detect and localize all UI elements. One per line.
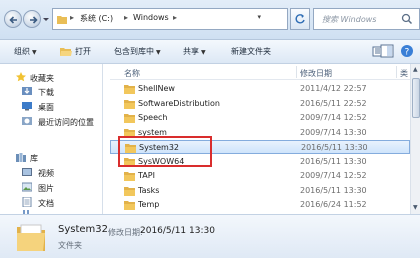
file-name: Tasks [138, 185, 160, 195]
address-history-chevron-icon[interactable]: ▾ [257, 13, 261, 21]
back-arrow-icon [9, 16, 17, 24]
file-date-modified: 2016/5/11 13:30 [300, 156, 367, 166]
file-date-modified: 2016/5/11 13:30 [300, 185, 367, 195]
breadcrumb-windows[interactable]: Windows [133, 13, 169, 22]
file-name: ShellNew [138, 84, 175, 93]
chevron-down-icon: ▼ [156, 49, 161, 56]
nav-recent-places[interactable]: 最近访问的位置 [38, 117, 94, 128]
file-name: Temp [138, 200, 160, 209]
organize-label: 组织 [14, 47, 30, 56]
folder-icon [57, 16, 67, 24]
column-name[interactable]: 名称 [124, 68, 140, 79]
recent-places-icon [22, 117, 32, 125]
column-header: 名称 修改日期 类 [110, 64, 410, 80]
forward-arrow-icon [30, 16, 38, 24]
file-date-modified: 2009/7/14 13:30 [300, 127, 367, 137]
folder-icon [124, 99, 135, 109]
file-date-modified: 2011/4/12 22:57 [300, 84, 367, 93]
downloads-icon [22, 87, 32, 95]
chevron-down-icon: ▼ [201, 49, 206, 56]
file-date-modified: 2016/5/11 22:52 [300, 98, 367, 108]
file-row[interactable]: ShellNew 2011/4/12 22:57 [110, 82, 410, 96]
nav-videos[interactable]: 视频 [38, 168, 54, 179]
share-label: 共享 [183, 47, 199, 56]
column-type[interactable]: 类 [400, 68, 408, 79]
scroll-up-icon[interactable]: ▲ [413, 66, 418, 73]
file-date-modified: 2016/5/11 13:30 [301, 143, 368, 152]
nav-desktop[interactable]: 桌面 [38, 102, 54, 113]
documents-icon [22, 197, 32, 207]
file-date-modified: 2009/7/14 12:52 [300, 113, 367, 122]
navigation-pane: 收藏夹 下载 桌面 最近访问的位置 库 视频 图片 文档 [0, 64, 103, 214]
file-name: TAPI [138, 171, 155, 180]
star-icon [16, 72, 26, 82]
recent-pages-chevron-icon[interactable] [43, 17, 49, 23]
column-divider[interactable] [396, 66, 397, 78]
nav-pictures[interactable]: 图片 [38, 183, 54, 194]
search-icon [401, 13, 413, 25]
file-name: SoftwareDistribution [138, 98, 220, 108]
libraries-icon [16, 153, 26, 162]
scrollbar-thumb[interactable] [412, 78, 420, 118]
address-bar-area: ▸ 系统 (C:) ▸ Windows ▸ ▾ 搜索 Windows [0, 0, 420, 40]
include-in-library-label: 包含到库中 [114, 47, 154, 56]
svg-text:?: ? [405, 48, 410, 58]
chevron-down-icon: ▼ [32, 49, 37, 56]
search-placeholder: 搜索 Windows [322, 15, 377, 24]
videos-icon [22, 168, 32, 176]
file-name: Speech [138, 113, 168, 122]
folder-icon [124, 201, 135, 210]
open-button[interactable]: 打开 [75, 46, 91, 57]
back-button[interactable] [4, 10, 22, 28]
command-bar: 组织 ▼ 打开 包含到库中 ▼ 共享 ▼ 新建文件夹 ? [0, 40, 420, 64]
selected-item-type: 文件夹 [58, 241, 82, 250]
breadcrumb-separator-icon[interactable]: ▸ [124, 13, 128, 22]
vertical-scrollbar[interactable]: ▲ ▼ [410, 64, 420, 214]
folder-icon [124, 186, 135, 196]
help-icon[interactable]: ? [400, 44, 414, 58]
file-row[interactable]: Speech 2009/7/14 12:52 [110, 111, 410, 125]
nav-downloads[interactable]: 下载 [38, 87, 54, 98]
desktop-icon [22, 102, 32, 111]
file-row[interactable]: Temp 2016/6/24 11:52 [110, 198, 410, 212]
breadcrumb-separator-icon[interactable]: ▸ [70, 13, 74, 22]
nav-libraries[interactable]: 库 [30, 153, 38, 164]
file-date-modified: 2016/6/24 11:52 [300, 200, 367, 209]
share-menu[interactable]: 共享 ▼ [183, 46, 206, 57]
breadcrumb-separator-icon[interactable]: ▸ [173, 13, 177, 22]
forward-button[interactable] [23, 10, 41, 28]
refresh-icon [295, 14, 305, 24]
large-folder-icon [17, 224, 45, 251]
modified-date-value: 2016/5/11 13:30 [140, 226, 215, 236]
organize-menu[interactable]: 组织 ▼ [14, 46, 37, 57]
column-date-modified[interactable]: 修改日期 [300, 68, 332, 79]
new-folder-button[interactable]: 新建文件夹 [231, 46, 271, 57]
modified-date-label: 修改日期: [108, 228, 143, 237]
file-row[interactable]: TAPI 2009/7/14 12:52 [110, 169, 410, 183]
preview-pane-icon[interactable] [380, 44, 394, 58]
breadcrumb-drive[interactable]: 系统 (C:) [80, 13, 113, 24]
pictures-icon [22, 182, 32, 192]
folder-icon [124, 114, 135, 123]
selected-item-name: System32 [58, 224, 109, 235]
file-row[interactable]: SoftwareDistribution 2016/5/11 22:52 [110, 97, 410, 111]
column-divider[interactable] [296, 66, 297, 78]
refresh-button[interactable] [290, 8, 310, 30]
file-date-modified: 2009/7/14 12:52 [300, 171, 367, 180]
nav-favorites[interactable]: 收藏夹 [30, 73, 54, 84]
address-box[interactable]: ▸ 系统 (C:) ▸ Windows ▸ ▾ [52, 8, 288, 30]
folder-icon [124, 85, 135, 94]
search-input[interactable]: 搜索 Windows [313, 8, 420, 30]
open-folder-icon [60, 48, 72, 56]
nav-documents[interactable]: 文档 [38, 198, 54, 209]
include-in-library-menu[interactable]: 包含到库中 ▼ [114, 46, 161, 57]
details-pane: System32 修改日期: 2016/5/11 13:30 文件夹 [0, 214, 420, 258]
scroll-down-icon[interactable]: ▼ [413, 204, 418, 211]
folder-icon [124, 172, 135, 181]
highlight-annotation-box [118, 136, 212, 167]
file-row[interactable]: Tasks 2016/5/11 13:30 [110, 184, 410, 198]
